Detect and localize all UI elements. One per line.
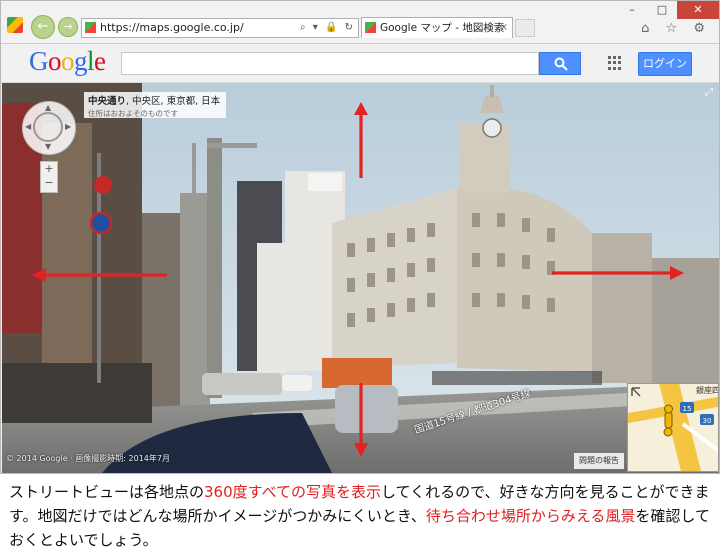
- maximize-button[interactable]: □: [647, 1, 677, 19]
- logo-letter: g: [74, 46, 88, 76]
- route-number: 30: [703, 417, 712, 425]
- street-scene-image: [2, 83, 719, 473]
- caption-text: ストリートビューは各地点の360度すべての写真を表示してくれるので、好きな方向を…: [9, 480, 713, 552]
- google-logo[interactable]: Google: [29, 46, 106, 77]
- tab-google-maps[interactable]: Google マップ - 地図検索 ×: [361, 17, 513, 38]
- street-view-panorama[interactable]: 中央通り, 中央区, 東京都, 日本 住所はおおよそのものです ▲ ▼ ◀ ▶ …: [2, 83, 719, 473]
- location-rest: , 中央区, 東京都, 日本: [126, 96, 221, 107]
- search-button[interactable]: [539, 52, 581, 75]
- zoom-in-button[interactable]: +: [41, 162, 57, 176]
- logo-letter: l: [87, 46, 95, 76]
- search-icon: [554, 57, 568, 71]
- browser-window: – □ ✕ ← → https://maps.google.co.jp/ ⌕ ▾…: [0, 0, 720, 474]
- close-window-button[interactable]: ✕: [677, 1, 719, 19]
- pan-down-icon[interactable]: ▼: [45, 142, 51, 151]
- login-button[interactable]: ログイン: [638, 52, 692, 76]
- compass-pan-control[interactable]: ▲ ▼ ◀ ▶: [22, 101, 76, 155]
- pan-up-icon[interactable]: ▲: [45, 103, 51, 112]
- toolbar-icons[interactable]: ⌂ ☆ ⚙: [641, 21, 711, 36]
- expand-icon[interactable]: ⤢: [705, 87, 713, 98]
- tab-title: Google マップ - 地図検索: [380, 22, 505, 34]
- logo-letter: o: [61, 46, 75, 76]
- route-number: 15: [683, 405, 692, 413]
- pan-left-icon[interactable]: ◀: [25, 122, 31, 131]
- location-note: 住所はおおよそのものです: [88, 109, 178, 118]
- address-url: https://maps.google.co.jp/: [100, 21, 244, 34]
- copyright-text: © 2014 Google · 画像撮影時期: 2014年7月: [6, 454, 170, 463]
- zoom-control: + −: [40, 161, 58, 193]
- back-button[interactable]: ←: [31, 15, 55, 39]
- search-input[interactable]: [121, 52, 539, 75]
- address-bar-icons[interactable]: ⌕ ▾ 🔒 ↻: [300, 19, 355, 37]
- mini-map-place-label: 銀座四: [696, 385, 718, 395]
- minimize-button[interactable]: –: [617, 1, 647, 19]
- logo-letter: e: [94, 46, 106, 76]
- location-bold: 中央通り: [88, 96, 127, 107]
- compass-ring-icon: [33, 112, 63, 142]
- report-problem-link[interactable]: 問題の報告: [574, 453, 624, 469]
- zoom-out-button[interactable]: −: [41, 176, 57, 190]
- new-tab-button[interactable]: [515, 19, 535, 37]
- address-bar[interactable]: https://maps.google.co.jp/ ⌕ ▾ 🔒 ↻: [81, 18, 359, 38]
- mini-map-graphic: 15 30 銀座四: [628, 384, 718, 471]
- window-controls: – □ ✕: [617, 1, 719, 19]
- caption-highlight: 360度すべての写真を表示: [204, 483, 381, 501]
- google-header: Google ログイン: [1, 44, 719, 83]
- logo-letter: o: [48, 46, 62, 76]
- browser-chrome: – □ ✕ ← → https://maps.google.co.jp/ ⌕ ▾…: [1, 1, 719, 44]
- forward-button[interactable]: →: [58, 17, 78, 37]
- tab-close-icon[interactable]: ×: [500, 18, 508, 38]
- caption-highlight: 待ち合わせ場所からみえる風景: [425, 507, 636, 525]
- logo-letter: G: [29, 46, 49, 76]
- caption-part: ストリートビューは各地点の: [9, 483, 205, 501]
- location-info-box[interactable]: 中央通り, 中央区, 東京都, 日本 住所はおおよそのものです: [84, 92, 226, 118]
- site-icon: [7, 17, 23, 33]
- mini-map[interactable]: 15 30 銀座四: [627, 383, 719, 472]
- pan-right-icon[interactable]: ▶: [65, 122, 71, 131]
- maps-favicon-icon: [85, 22, 96, 33]
- maps-tab-favicon-icon: [365, 22, 376, 33]
- apps-grid-icon[interactable]: [608, 56, 622, 70]
- location-title: 中央通り, 中央区, 東京都, 日本: [88, 93, 222, 107]
